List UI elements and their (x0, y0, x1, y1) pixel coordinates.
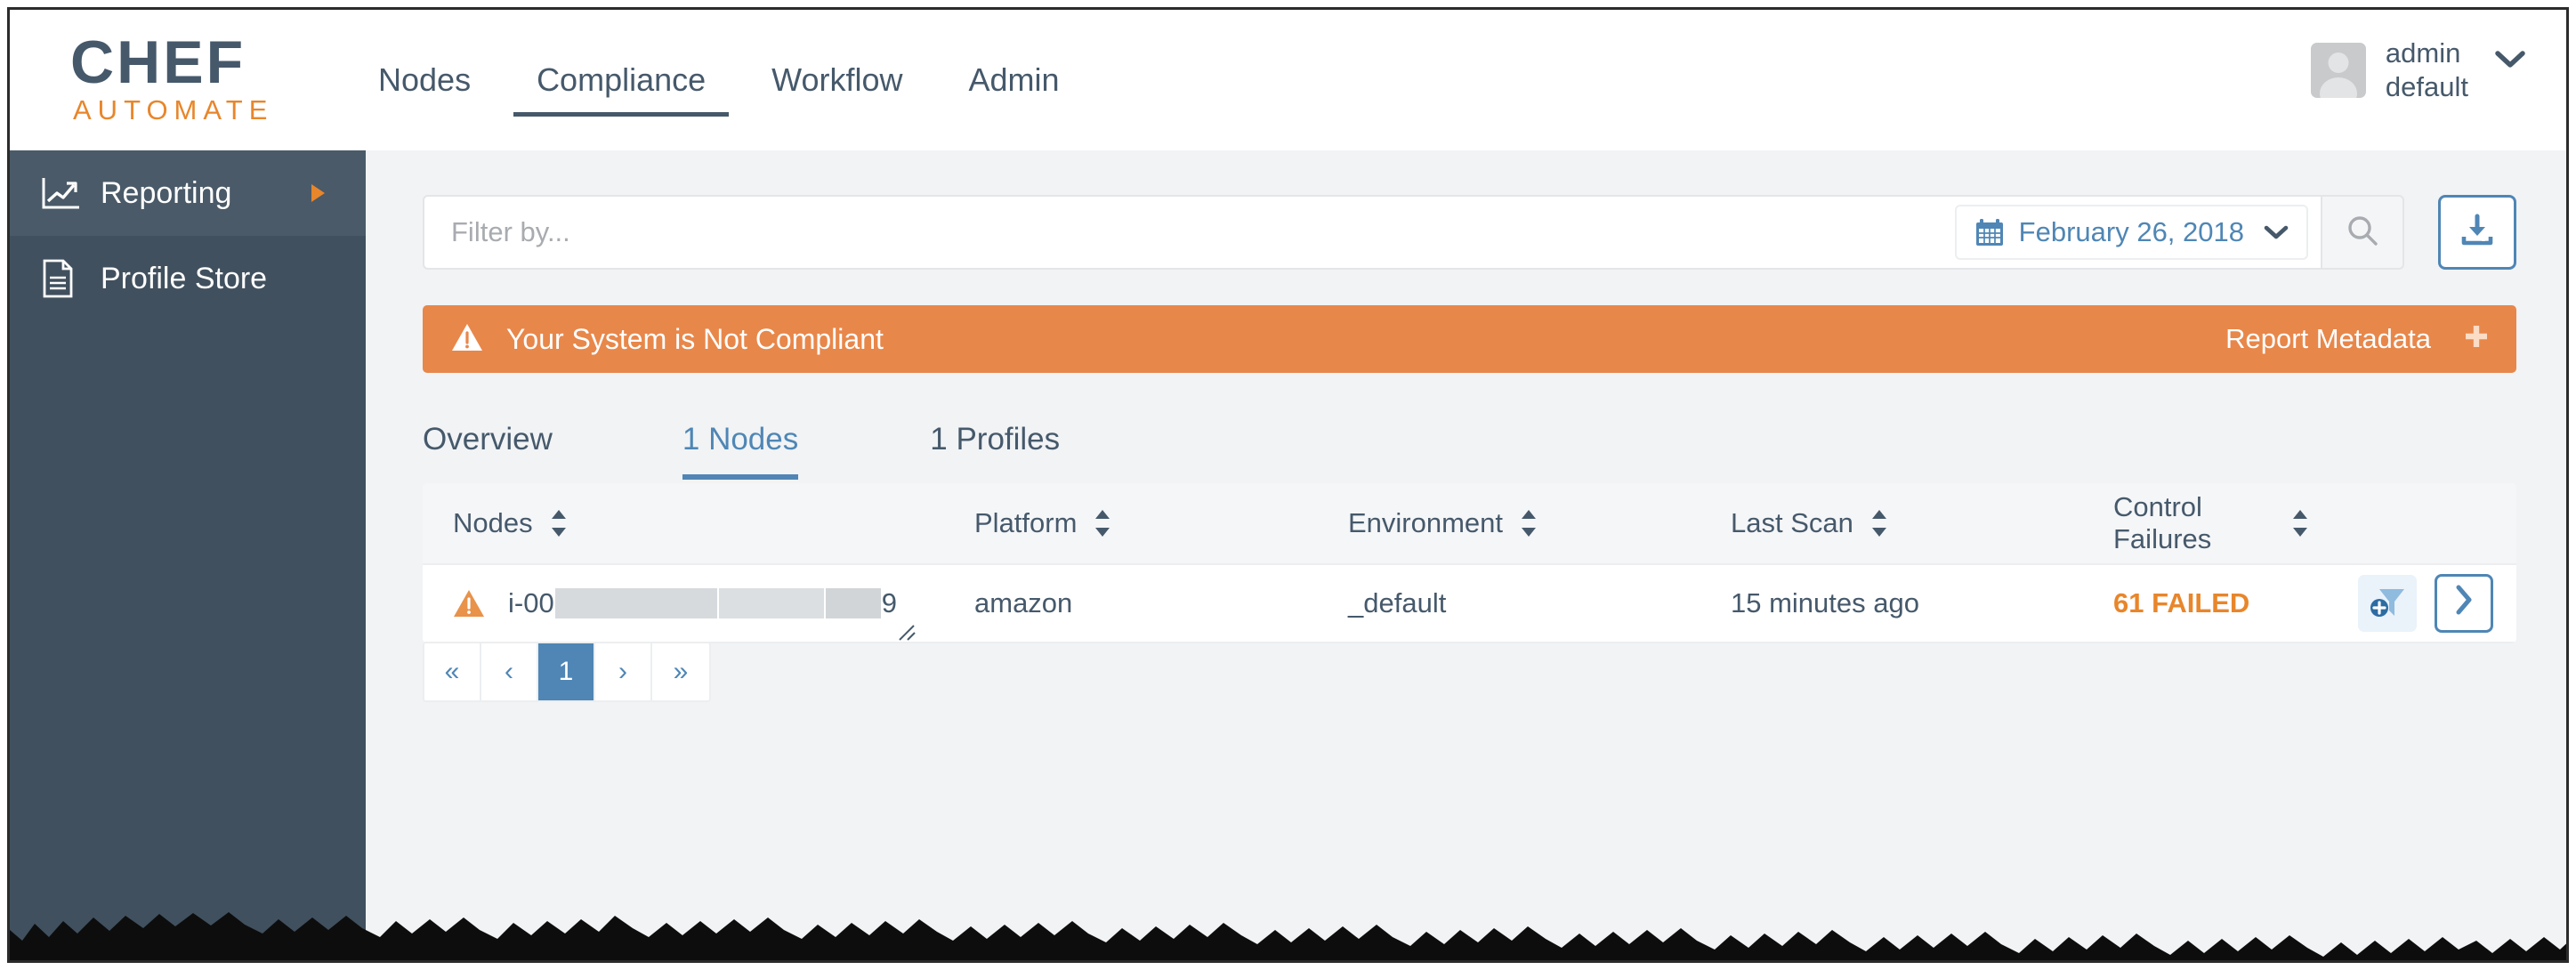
banner-message-group: Your System is Not Compliant (451, 322, 884, 357)
chevron-right-icon (2454, 585, 2474, 623)
cell-environment: _default (1348, 587, 1447, 618)
sort-icon[interactable] (547, 507, 570, 539)
cell-control-failures: 61 FAILED (2113, 587, 2250, 618)
sidebar-item-reporting[interactable]: Reporting (10, 150, 366, 236)
node-name-prefix: i-00 (508, 587, 554, 618)
node-detail-button[interactable] (2435, 574, 2493, 633)
sidebar-item-label-reporting: Reporting (101, 175, 232, 210)
redacted-block (554, 588, 717, 618)
account-username: admin (2385, 37, 2461, 69)
report-metadata-toggle[interactable]: Report Metadata (2225, 321, 2491, 358)
content-area: Filter by... February 26, 2018 Your Syst… (366, 150, 2566, 960)
chart-line-icon (40, 175, 86, 211)
sort-icon[interactable] (1091, 507, 1114, 539)
sidebar: Reporting Profile Store (10, 150, 366, 960)
nav-item-compliance[interactable]: Compliance (513, 10, 730, 150)
column-header-last-scan[interactable]: Last Scan (1731, 507, 2113, 539)
nodes-table: Nodes Platform Environment Last Scan Con… (423, 483, 2516, 643)
search-icon (2345, 213, 2380, 253)
banner-message: Your System is Not Compliant (506, 322, 884, 355)
date-picker[interactable]: February 26, 2018 (1954, 205, 2308, 260)
filter-placeholder: Filter by... (451, 216, 570, 247)
chevron-down-icon[interactable] (2264, 219, 2289, 247)
app-window: CHEF AUTOMATE Nodes Compliance Workflow … (7, 7, 2569, 963)
pagination-prev[interactable]: ‹ (481, 643, 538, 700)
node-name-suffix: 9 (881, 587, 897, 618)
tab-nodes[interactable]: 1 Nodes (682, 400, 799, 480)
top-bar: CHEF AUTOMATE Nodes Compliance Workflow … (10, 10, 2566, 150)
column-header-control-failures[interactable]: Control Failures (2113, 491, 2312, 555)
cell-platform: amazon (974, 587, 1073, 618)
nav-item-workflow[interactable]: Workflow (748, 10, 925, 150)
pagination-page-1[interactable]: 1 (538, 643, 595, 700)
chevron-down-icon[interactable] (2495, 45, 2525, 76)
account-labels: admin default (2386, 36, 2468, 105)
account-org: default (2385, 71, 2468, 103)
table-header-row: Nodes Platform Environment Last Scan Con… (423, 483, 2516, 565)
search-button[interactable] (2322, 195, 2404, 270)
filter-toolbar: Filter by... February 26, 2018 (423, 195, 2516, 270)
pagination: « ‹ 1 › » (423, 642, 711, 702)
nav-item-nodes[interactable]: Nodes (355, 10, 494, 150)
table-row[interactable]: i-00 9 amazon _default 15 minutes ago 61… (423, 565, 2516, 643)
add-filter-icon (2368, 583, 2407, 625)
sidebar-item-label-profile-store: Profile Store (101, 261, 268, 295)
document-icon (40, 258, 86, 299)
plus-icon (2461, 321, 2491, 358)
main-navigation: Nodes Compliance Workflow Admin (355, 10, 1102, 150)
column-header-nodes[interactable]: Nodes (453, 507, 974, 539)
report-tabs: Overview 1 Nodes 1 Profiles (423, 400, 2516, 480)
sidebar-item-profile-store[interactable]: Profile Store (10, 236, 366, 321)
avatar (2310, 43, 2366, 99)
tab-profiles[interactable]: 1 Profiles (930, 400, 1060, 480)
sort-icon[interactable] (2289, 507, 2312, 539)
column-header-environment[interactable]: Environment (1348, 507, 1731, 539)
account-menu[interactable]: admin default (2310, 36, 2525, 105)
warning-triangle-icon (453, 588, 485, 618)
filter-input-wrapper[interactable]: Filter by... February 26, 2018 (423, 195, 2322, 270)
torn-paper-edge (10, 912, 2566, 960)
pagination-next[interactable]: › (595, 643, 652, 700)
resize-handle-icon[interactable] (896, 623, 919, 643)
column-header-platform[interactable]: Platform (974, 507, 1348, 539)
cell-last-scan: 15 minutes ago (1731, 587, 1919, 618)
triangle-right-icon (311, 184, 325, 202)
redacted-block (825, 588, 881, 618)
node-name-cell: i-00 9 (453, 587, 974, 641)
sort-icon[interactable] (1517, 507, 1540, 539)
sort-icon[interactable] (1868, 507, 1891, 539)
nav-item-admin[interactable]: Admin (946, 10, 1083, 150)
pagination-first[interactable]: « (424, 643, 481, 700)
pagination-last[interactable]: » (652, 643, 709, 700)
chef-automate-logo[interactable]: CHEF AUTOMATE (70, 28, 293, 127)
logo-text-automate: AUTOMATE (73, 94, 274, 126)
logo-text-chef: CHEF (70, 28, 246, 96)
calendar-icon (1974, 217, 2005, 247)
tab-overview[interactable]: Overview (423, 400, 553, 480)
download-button[interactable] (2438, 195, 2516, 270)
add-filter-button[interactable] (2358, 575, 2417, 632)
redacted-block (718, 588, 824, 618)
compliance-banner: Your System is Not Compliant Report Meta… (423, 305, 2516, 373)
download-icon (2459, 212, 2496, 254)
warning-triangle-icon (451, 322, 483, 357)
report-metadata-label: Report Metadata (2225, 323, 2431, 354)
date-picker-value: February 26, 2018 (2018, 216, 2244, 247)
